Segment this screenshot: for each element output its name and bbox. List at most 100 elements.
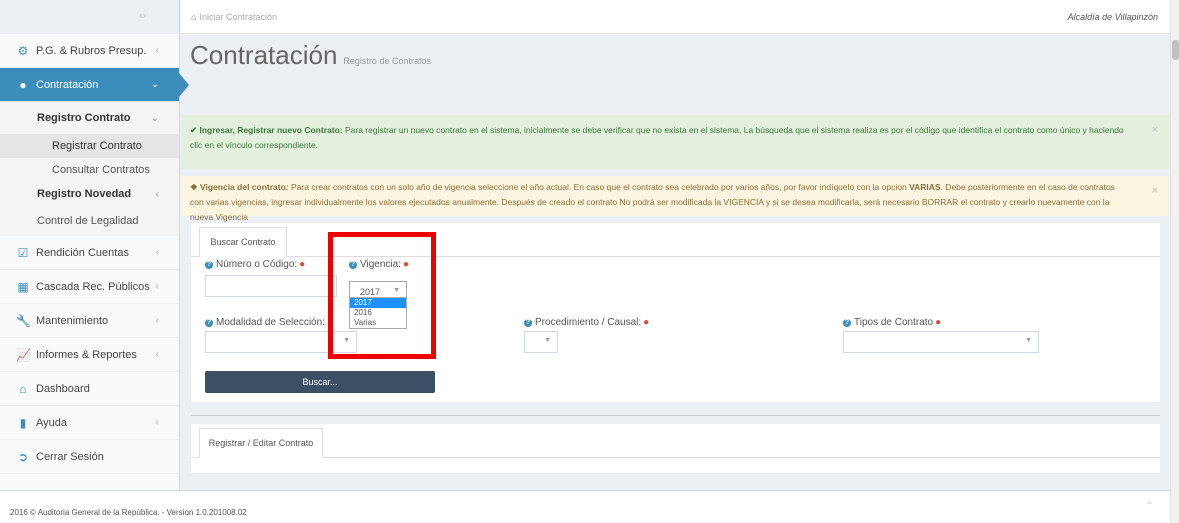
sidebar: ‹› ⚙ P.G. & Rubros Presup. ‹ ● Contratac…: [0, 0, 189, 490]
sidebar-item-mantenimiento[interactable]: 🔧 Mantenimiento ‹: [0, 304, 179, 338]
sidebar-item-label: Registro Novedad: [37, 188, 132, 200]
chevron-left-icon: ‹: [155, 417, 159, 428]
sidebar-item-pg-rubros[interactable]: ⚙ P.G. & Rubros Presup. ‹: [0, 34, 179, 68]
info-icon: ?: [205, 260, 213, 269]
info-icon: ?: [205, 318, 213, 327]
tab-registrar-editar[interactable]: Registrar / Editar Contrato: [199, 428, 323, 458]
grid-icon: ▦: [17, 279, 29, 294]
required-marker: ●: [643, 317, 650, 328]
sidebar-item-informes[interactable]: 📈 Informes & Reportes ‹: [0, 338, 179, 372]
sidebar-item-control-legalidad[interactable]: Control de Legalidad: [0, 206, 179, 236]
check-square-icon: ☑: [17, 245, 29, 260]
procedimiento-label: ? Procedimiento / Causal: ●: [524, 317, 649, 328]
sidebar-item-dashboard[interactable]: ⌂ Dashboard: [0, 372, 179, 406]
footer-text: 2016 © Auditoria General de la República…: [10, 508, 247, 517]
sidebar-item-label: Control de Legalidad: [37, 215, 139, 227]
sidebar-item-rendicion[interactable]: ☑ Rendición Cuentas ‹: [0, 236, 179, 270]
top-bar: ⌂ Iniciar Contratación Alcaldía de Villap…: [181, 0, 1170, 34]
sidebar-item-consultar-contratos[interactable]: Consultar Contratos: [0, 158, 179, 182]
alert-emphasis: VARIAS: [909, 182, 941, 192]
close-icon[interactable]: ×: [1152, 123, 1158, 138]
sidebar-item-registrar-contrato[interactable]: Registrar Contrato: [0, 134, 179, 158]
sidebar-item-label: Cascada Rec. Públicos: [36, 280, 150, 293]
numero-label: ? Número o Código: ●: [205, 259, 305, 270]
cogs-icon: ⚙: [17, 43, 29, 58]
chevron-left-icon: ‹: [155, 247, 159, 258]
sidebar-item-label: P.G. & Rubros Presup.: [36, 44, 147, 57]
sidebar-item-label: Rendición Cuentas: [36, 246, 129, 259]
page-title-text: Contratación: [190, 40, 338, 70]
tipos-select[interactable]: ▼: [843, 331, 1039, 353]
modalidad-label: ? Modalidad de Selección:: [205, 317, 325, 328]
modalidad-label-text: Modalidad de Selección:: [216, 317, 325, 328]
circle-icon: ●: [19, 77, 27, 92]
active-indicator: [179, 73, 189, 97]
book-icon: ▮: [19, 415, 27, 430]
sidebar-item-registro-novedad[interactable]: Registro Novedad ‹: [0, 182, 179, 206]
sidebar-item-cerrar-sesion[interactable]: ➲ Cerrar Sesión: [0, 440, 179, 474]
sidebar-item-label: Ayuda: [36, 416, 67, 429]
sidebar-item-registro-contrato[interactable]: Registro Contrato ⌄: [0, 102, 179, 134]
footer: 2016 © Auditoria General de la República…: [0, 490, 1170, 523]
breadcrumb-label: Iniciar Contratación: [199, 12, 277, 22]
procedimiento-select[interactable]: ▼: [524, 331, 558, 353]
info-icon: ❖: [190, 182, 200, 192]
highlight-box: [328, 232, 436, 359]
numero-label-text: Número o Código:: [216, 259, 298, 270]
submenu-contratacion: Registro Contrato ⌄ Registrar Contrato C…: [0, 102, 179, 236]
chevron-down-icon: ⌄: [150, 79, 159, 90]
page-scrollbar[interactable]: [1170, 0, 1179, 523]
wrench-icon: 🔧: [16, 313, 31, 328]
numero-input[interactable]: [205, 275, 337, 297]
register-panel: Registrar / Editar Contrato: [191, 423, 1160, 473]
home-icon: ⌂: [191, 12, 197, 22]
sidebar-item-label: Registro Contrato: [37, 112, 131, 124]
sidebar-item-label: Dashboard: [36, 382, 90, 395]
chevron-up-icon[interactable]: ⌃: [1146, 501, 1154, 512]
required-marker: ●: [299, 259, 306, 270]
breadcrumb[interactable]: ⌂ Iniciar Contratación: [191, 12, 277, 22]
sidebar-toggle-icon[interactable]: ‹›: [139, 10, 146, 22]
alert-text: Para crear contratos con un solo año de …: [291, 182, 907, 192]
chevron-left-icon: ‹: [155, 188, 159, 200]
chevron-down-icon: ⌄: [150, 112, 159, 124]
sidebar-item-label: Mantenimiento: [36, 314, 109, 327]
tipos-label: ? Tipos de Contrato ●: [843, 317, 941, 328]
chevron-down-icon: ▼: [544, 337, 551, 344]
tipos-label-text: Tipos de Contrato: [854, 317, 934, 328]
chevron-down-icon: ▼: [1025, 337, 1032, 344]
page-subtitle: Registro de Contratos: [343, 56, 431, 66]
info-icon: ?: [524, 318, 532, 327]
required-marker: ●: [935, 317, 942, 328]
alert-title: Ingresar, Registrar nuevo Contrato:: [199, 125, 343, 135]
sidebar-item-label: Registrar Contrato: [52, 140, 142, 152]
chevron-left-icon: ‹: [155, 281, 159, 292]
close-icon[interactable]: ×: [1152, 184, 1158, 199]
chevron-left-icon: ‹: [155, 45, 159, 56]
sidebar-item-label: Cerrar Sesión: [36, 450, 104, 463]
alert-title: Vigencia del contrato:: [199, 182, 289, 192]
municipality-name: Alcaldía de Villapinzón: [1067, 12, 1158, 22]
sidebar-item-contratacion[interactable]: ● Contratación ⌄: [0, 68, 189, 102]
logout-icon: ➲: [17, 449, 29, 464]
tab-buscar-contrato[interactable]: Buscar Contrato: [199, 227, 287, 257]
info-icon: ?: [843, 318, 851, 327]
sidebar-item-label: Consultar Contratos: [52, 164, 150, 176]
sidebar-item-cascada[interactable]: ▦ Cascada Rec. Públicos ‹: [0, 270, 179, 304]
search-button[interactable]: Buscar...: [205, 371, 435, 393]
home-icon: ⌂: [19, 381, 27, 396]
procedimiento-label-text: Procedimiento / Causal:: [535, 317, 642, 328]
alert-vigencia: ❖ Vigencia del contrato: Para crear cont…: [181, 176, 1170, 222]
scrollbar-thumb[interactable]: [1172, 40, 1179, 60]
alert-ingresar: ✔ Ingresar, Registrar nuevo Contrato: Pa…: [181, 115, 1170, 169]
chevron-left-icon: ‹: [155, 349, 159, 360]
chart-icon: 📈: [16, 347, 31, 362]
sidebar-item-label: Contratación: [36, 78, 99, 91]
tab-divider: [191, 457, 1160, 458]
page-title: Contratación Registro de Contratos: [190, 40, 431, 71]
sidebar-item-label: Informes & Reportes: [36, 348, 137, 361]
divider: [191, 415, 1160, 416]
sidebar-header: ‹›: [0, 0, 179, 34]
sidebar-item-ayuda[interactable]: ▮ Ayuda ‹: [0, 406, 179, 440]
chevron-left-icon: ‹: [155, 315, 159, 326]
